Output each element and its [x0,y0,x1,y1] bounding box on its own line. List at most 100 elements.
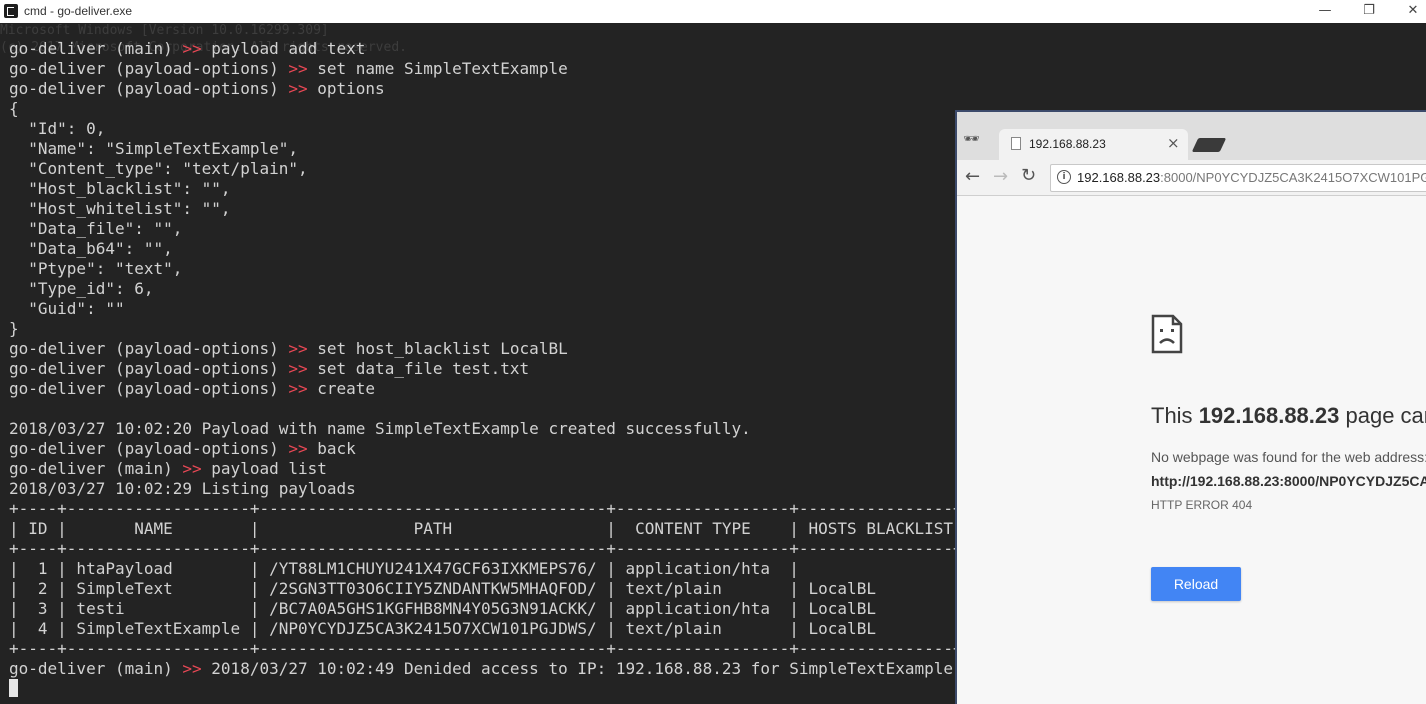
error-heading: This 192.168.88.23 page can't be found [1151,403,1426,428]
terminal-line: go-deliver (main) >> 2018/03/27 10:02:49… [9,659,1030,678]
terminal-line: go-deliver (payload-options) >> back [9,439,356,458]
terminal-text: +----+-------------------+--------------… [9,499,1050,518]
url-host: 192.168.88.23 [1077,170,1161,185]
terminal-line: { [9,99,19,118]
page-icon [1011,137,1021,150]
terminal-line: "Type_id": 6, [9,279,153,298]
console-version-line: Microsoft Windows [Version 10.0.16299.30… [0,23,329,38]
reload-icon[interactable]: ↻ [1021,165,1036,186]
tab-close-icon[interactable]: × [1167,134,1180,152]
terminal-text: 2018/03/27 10:02:20 Payload with name Si… [9,419,751,438]
terminal-text: go-deliver (main) [9,659,183,678]
tab-strip: 🕶 192.168.88.23 × [955,110,1426,160]
terminal-text: | 4 | SimpleTextExample | /NP0YCYDJZ5CA3… [9,619,963,638]
browser-window[interactable]: 🕶 192.168.88.23 × ← → ↻ i 192.168.88.23:… [955,110,1426,704]
maximize-button[interactable]: ❐ [1346,0,1392,22]
terminal-text: go-deliver (main) [9,459,183,478]
terminal-text: | 3 | testi | /BC7A0A5GHS1KGFHB8MN4Y05G3… [9,599,963,618]
terminal-text: { [9,99,19,118]
terminal-text: } [9,319,19,338]
terminal-line: } [9,319,19,338]
browser-toolbar: ← → ↻ i 192.168.88.23:8000/NP0YCYDJZ5CA3… [955,160,1426,196]
terminal-text: go-deliver (payload-options) [9,359,289,378]
terminal-line: go-deliver (main) >> payload list [9,459,327,478]
terminal-line: +----+-------------------+--------------… [9,499,1049,518]
terminal-line: 2018/03/27 10:02:29 Listing payloads [9,479,356,498]
prompt-arrow: >> [288,59,308,78]
terminal-line: "Data_file": "", [9,219,182,238]
terminal-text: | ID | NAME | PATH | CONTENT TYPE | HOST… [9,519,1031,538]
terminal-line: go-deliver (payload-options) >> set host… [9,339,568,358]
terminal-text: "Host_whitelist": "", [9,199,231,218]
terminal-text: go-deliver (payload-options) [9,79,289,98]
prompt-arrow: >> [288,339,308,358]
terminal-text: go-deliver (payload-options) [9,379,289,398]
prompt-arrow: >> [182,659,202,678]
terminal-text: "Data_file": "", [9,219,183,238]
prompt-arrow: >> [288,79,308,98]
prompt-arrow: >> [182,39,202,58]
terminal-text: "Content_type": "text/plain", [9,159,308,178]
terminal-line: "Guid": "" [9,299,125,318]
terminal-text: create [307,379,376,398]
terminal-text: "Guid": "" [9,299,125,318]
terminal-text: "Data_b64": "", [9,239,173,258]
prompt-arrow: >> [288,439,308,458]
terminal-text: set host_blacklist LocalBL [307,339,568,358]
terminal-line: go-deliver (payload-options) >> set data… [9,359,529,378]
info-icon[interactable]: i [1057,170,1071,184]
new-tab-button[interactable] [1191,138,1227,152]
terminal-line: go-deliver (main) >> payload add text [9,39,365,58]
terminal-text: payload add text [201,39,366,58]
terminal-text: +----+-------------------+--------------… [9,539,1050,558]
terminal-text: set data_file test.txt [307,359,530,378]
url-text[interactable]: 192.168.88.23:8000/NP0YCYDJZ5CA3K2415O7X… [1077,170,1426,185]
terminal-line: "Content_type": "text/plain", [9,159,308,178]
forward-arrow-icon[interactable]: → [993,166,1008,187]
tab-active[interactable]: 192.168.88.23 × [999,129,1188,160]
terminal-text: +----+-------------------+--------------… [9,639,1050,658]
terminal-text: go-deliver (payload-options) [9,339,289,358]
prompt-arrow: >> [288,379,308,398]
terminal-line: "Host_whitelist": "", [9,199,231,218]
text-cursor [9,679,18,697]
terminal-text: go-deliver (main) [9,39,183,58]
error-page: This 192.168.88.23 page can't be found N… [957,196,1426,704]
terminal-text: "Name": "SimpleTextExample", [9,139,298,158]
terminal-text: "Id": 0, [9,119,106,138]
terminal-text: payload list [201,459,327,478]
url-path: :8000/NP0YCYDJZ5CA3K2415O7XCW101PGJDWS/ [1160,170,1426,185]
error-code: HTTP ERROR 404 [1151,498,1253,512]
error-url: http://192.168.88.23:8000/NP0YCYDJZ5CA3K… [1151,473,1426,489]
reload-button[interactable]: Reload [1151,567,1241,601]
terminal-line: "Id": 0, [9,119,105,138]
back-arrow-icon[interactable]: ← [965,166,980,187]
prompt-arrow: >> [182,459,202,478]
minimize-button[interactable]: — [1302,0,1348,22]
terminal-text: go-deliver (payload-options) [9,59,289,78]
close-button[interactable]: ✕ [1390,0,1426,22]
terminal-line: | 4 | SimpleTextExample | /NP0YCYDJZ5CA3… [9,619,963,638]
tab-title: 192.168.88.23 [1029,137,1106,151]
terminal-line: | 1 | htaPayload | /YT88LM1CHUYU241X47GC… [9,559,963,578]
terminal-text: "Host_blacklist": "", [9,179,231,198]
terminal-text: 2018/03/27 10:02:29 Listing payloads [9,479,356,498]
terminal-line: "Name": "SimpleTextExample", [9,139,298,158]
terminal-line: | 3 | testi | /BC7A0A5GHS1KGFHB8MN4Y05G3… [9,599,963,618]
terminal-line: "Host_blacklist": "", [9,179,231,198]
terminal-text: set name SimpleTextExample [307,59,568,78]
terminal-line: "Data_b64": "", [9,239,173,258]
terminal-text: | 2 | SimpleText | /2SGN3TT03O6CIIY5ZNDA… [9,579,963,598]
incognito-icon: 🕶 [963,132,980,147]
terminal-line: +----+-------------------+--------------… [9,639,1049,658]
terminal-line: go-deliver (payload-options) >> set name… [9,59,568,78]
terminal-text: "Ptype": "text", [9,259,183,278]
terminal-text: go-deliver (payload-options) [9,439,289,458]
error-description: No webpage was found for the web address… [1151,449,1426,465]
terminal-line: go-deliver (payload-options) >> options [9,79,385,98]
terminal-line: go-deliver (payload-options) >> create [9,379,375,398]
cmd-title-bar[interactable]: cmd - go-deliver.exe — ❐ ✕ [0,0,1426,23]
terminal-line: 2018/03/27 10:02:20 Payload with name Si… [9,419,751,438]
address-bar[interactable]: i 192.168.88.23:8000/NP0YCYDJZ5CA3K2415O… [1050,164,1426,192]
window-title: cmd - go-deliver.exe [24,4,133,18]
